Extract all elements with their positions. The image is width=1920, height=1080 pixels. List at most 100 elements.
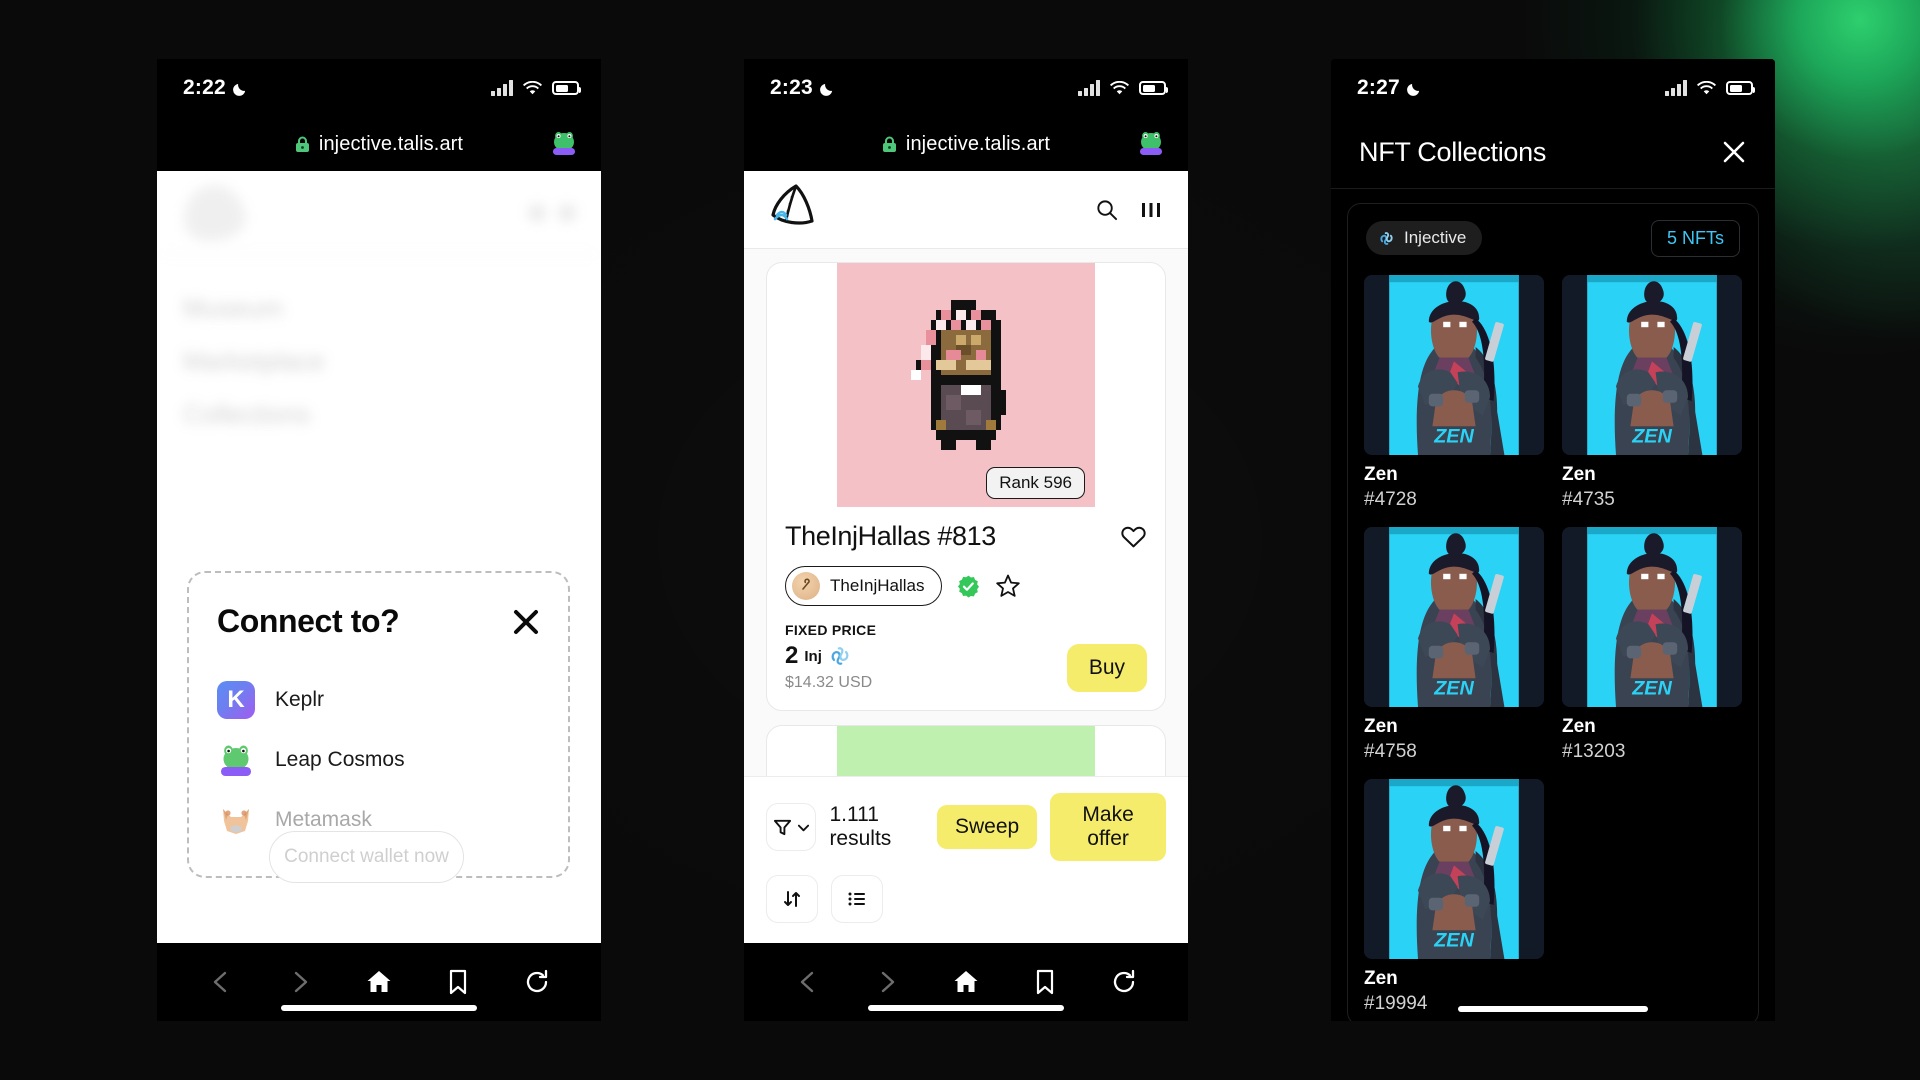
bookmark-icon[interactable] — [1030, 967, 1060, 997]
sweep-button[interactable]: Sweep — [937, 805, 1038, 849]
wallet-option-keplr[interactable]: K Keplr — [217, 670, 540, 730]
nft-title: TheInjHallas #813 — [785, 521, 996, 551]
page-title: NFT Collections — [1359, 136, 1547, 167]
nft-name: Zen — [1364, 715, 1398, 737]
home-icon[interactable] — [951, 967, 981, 997]
wallet-option-leap-cosmos[interactable]: Leap Cosmos — [217, 730, 540, 790]
nft-thumbnail: ZEN — [1364, 274, 1544, 455]
buy-button[interactable]: Buy — [1066, 644, 1147, 692]
chevron-down-icon — [797, 821, 810, 834]
nft-card[interactable]: Rank 596 TheInjHallas #813 TheInjHallas … — [766, 262, 1166, 711]
status-bar: 2:22 — [157, 59, 601, 117]
sidebar-item-marketplace[interactable]: Marketplace — [183, 346, 575, 377]
collection-card: Injective 5 NFTs ZEN Zen #4728 ZEN Zen #… — [1347, 202, 1759, 1021]
wallet-option-label: Metamask — [275, 808, 372, 831]
phone-screenshot-2: 2:23 injective.talis.art Rank 596 TheInj… — [744, 59, 1188, 1021]
phone-screenshot-3: 2:27 NFT Collections Injective 5 NFTs ZE… — [1331, 59, 1775, 1021]
crescent-moon-icon — [1406, 81, 1422, 96]
list-item[interactable]: ZEN Zen #4735 — [1562, 274, 1742, 511]
search-icon[interactable] — [529, 204, 545, 221]
nft-thumbnail: ZEN — [1562, 274, 1742, 455]
search-icon[interactable] — [1095, 198, 1118, 221]
url-text: injective.talis.art — [318, 132, 464, 155]
battery-icon — [1139, 81, 1168, 95]
injective-icon — [1378, 230, 1395, 247]
list-item[interactable]: ZEN Zen #19994 — [1364, 778, 1544, 1015]
list-item[interactable]: ZEN Zen #4758 — [1364, 526, 1544, 763]
site-topbar — [157, 171, 601, 255]
system-home-indicator — [1458, 1006, 1648, 1012]
status-bar: 2:23 — [744, 59, 1188, 117]
marketplace-dock: 1.111 results Sweep Make offer — [744, 776, 1188, 943]
site-nav-menu: Museum Marketplace Collections — [157, 255, 601, 430]
chain-chip[interactable]: Injective — [1366, 221, 1483, 256]
nft-grid: ZEN Zen #4728 ZEN Zen #4735 ZEN Zen #475… — [1362, 274, 1744, 1015]
collection-chip[interactable]: TheInjHallas — [785, 566, 942, 606]
browser-bottom-nav — [157, 943, 601, 1021]
bookmark-icon[interactable] — [443, 967, 473, 997]
list-item[interactable]: ZEN Zen #4728 — [1364, 274, 1544, 511]
close-icon[interactable] — [512, 608, 540, 636]
url-text: injective.talis.art — [905, 132, 1051, 155]
star-icon[interactable] — [995, 573, 1021, 599]
heart-icon[interactable] — [1120, 523, 1147, 550]
talis-logo-icon[interactable] — [770, 183, 828, 237]
chain-name: Injective — [1404, 228, 1467, 248]
forward-icon[interactable] — [285, 967, 315, 997]
battery-icon — [1726, 81, 1755, 95]
browser-url-bar[interactable]: injective.talis.art — [157, 117, 601, 171]
menu-icon[interactable] — [559, 204, 575, 221]
home-icon[interactable] — [364, 967, 394, 997]
nft-name: Zen — [1562, 463, 1596, 485]
price-usd: $14.32 USD — [785, 674, 873, 691]
svg-text:ZEN: ZEN — [1433, 425, 1474, 447]
nft-thumbnail: ZEN — [1364, 778, 1544, 959]
browser-url-bar[interactable]: injective.talis.art — [744, 117, 1188, 171]
price-label: FIXED PRICE — [785, 622, 877, 638]
leap-wallet-extension-icon[interactable] — [549, 129, 579, 159]
svg-text:ZEN: ZEN — [1631, 425, 1672, 447]
signal-bars-icon — [1078, 80, 1100, 96]
collection-name: TheInjHallas — [830, 576, 925, 595]
collections-content[interactable]: Injective 5 NFTs ZEN Zen #4728 ZEN Zen #… — [1331, 188, 1775, 1021]
nft-name: Zen — [1364, 967, 1398, 989]
rank-badge: Rank 596 — [986, 467, 1085, 499]
wallet-option-label: Leap Cosmos — [275, 748, 405, 771]
connect-wallet-now-button[interactable]: Connect wallet now — [269, 831, 464, 883]
sidebar-item-collections[interactable]: Collections — [183, 399, 575, 430]
forward-icon[interactable] — [872, 967, 902, 997]
injective-icon — [828, 644, 852, 668]
leap-wallet-extension-icon[interactable] — [1136, 129, 1166, 159]
page-title: Connect to? — [217, 603, 400, 639]
sidebar-item-museum[interactable]: Museum — [183, 293, 575, 324]
sheet-header: NFT Collections — [1331, 117, 1775, 189]
results-count: 1.111 results — [829, 803, 892, 850]
avatar — [792, 572, 820, 600]
reload-icon[interactable] — [1109, 967, 1139, 997]
close-icon[interactable] — [1721, 139, 1747, 165]
system-home-indicator — [868, 1005, 1064, 1011]
sort-arrows-icon — [782, 889, 802, 909]
list-item[interactable]: ZEN Zen #13203 — [1562, 526, 1742, 763]
nft-thumbnail: ZEN — [1562, 526, 1742, 707]
blurred-site-content: Museum Marketplace Collections — [157, 171, 601, 430]
sort-button[interactable] — [766, 875, 818, 923]
svg-text:ZEN: ZEN — [1433, 677, 1474, 699]
nft-artwork: Rank 596 — [837, 263, 1095, 507]
back-icon[interactable] — [206, 967, 236, 997]
list-view-button[interactable] — [831, 875, 883, 923]
filter-button[interactable] — [766, 803, 817, 851]
back-icon[interactable] — [793, 967, 823, 997]
svg-text:ZEN: ZEN — [1433, 929, 1474, 951]
keplr-wallet-icon: K — [217, 681, 255, 719]
make-offer-button[interactable]: Make offer — [1050, 793, 1166, 861]
status-time: 2:27 — [1357, 76, 1400, 99]
grid-menu-icon[interactable] — [1140, 199, 1162, 221]
signal-bars-icon — [1665, 80, 1687, 96]
nft-name: Zen — [1562, 715, 1596, 737]
page-content: Museum Marketplace Collections Connect t… — [157, 171, 601, 943]
system-home-indicator — [281, 1005, 477, 1011]
talis-logo-icon[interactable] — [179, 180, 249, 245]
reload-icon[interactable] — [522, 967, 552, 997]
phone-screenshot-1: 2:22 injective.talis.art Museum Marketpl… — [157, 59, 601, 1021]
